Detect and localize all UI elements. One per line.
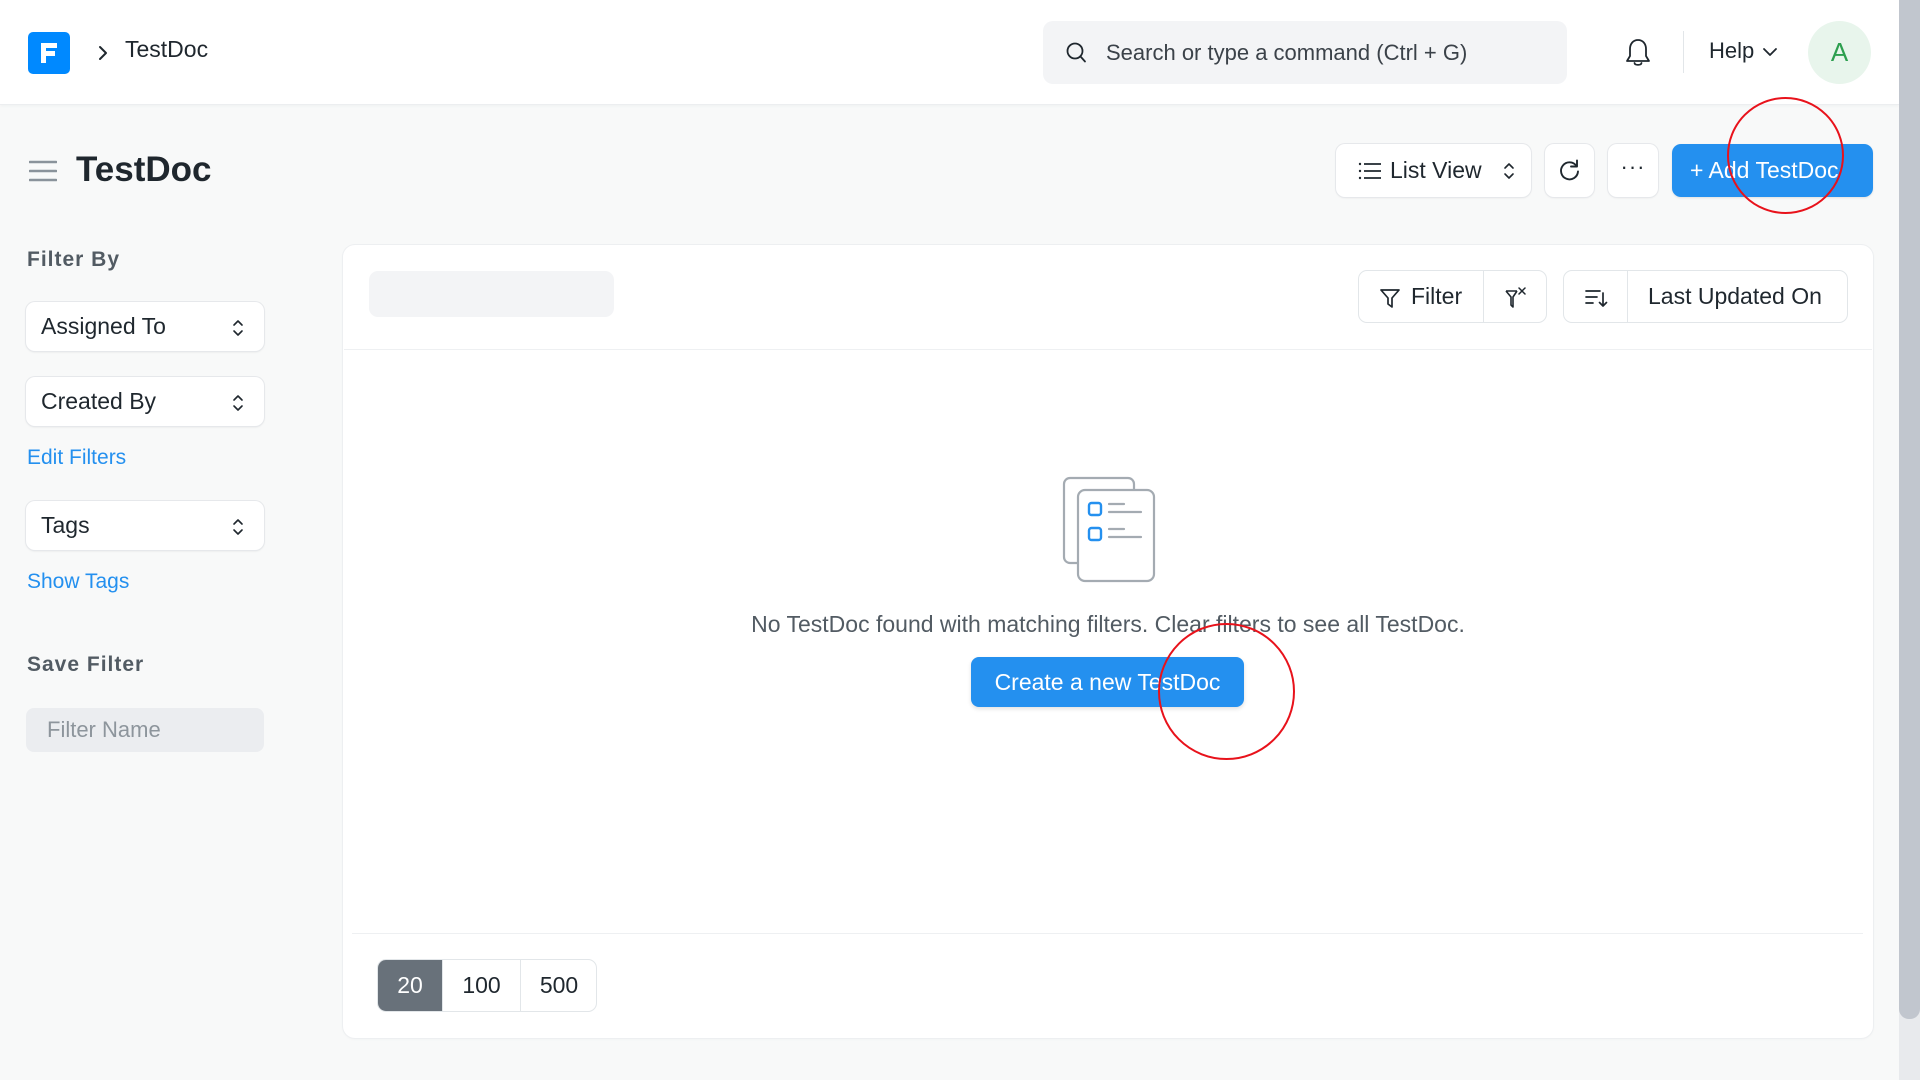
add-testdoc-label: + Add TestDoc (1690, 157, 1839, 183)
card-footer-divider (352, 933, 1863, 934)
tags-label: Tags (41, 512, 90, 538)
search-bar[interactable]: Search or type a command (Ctrl + G) (1043, 21, 1567, 84)
chevron-right-icon (99, 46, 107, 60)
page-size-100[interactable]: 100 (442, 960, 520, 1011)
page-size-20[interactable]: 20 (378, 960, 442, 1011)
breadcrumb-testdoc[interactable]: TestDoc (125, 36, 208, 63)
filter-button-group: Filter (1358, 270, 1547, 323)
refresh-button[interactable] (1545, 144, 1594, 197)
sort-direction-button[interactable] (1564, 271, 1628, 322)
filter-label: Filter (1411, 283, 1463, 309)
show-tags-link[interactable]: Show Tags (27, 570, 129, 594)
help-menu[interactable]: Help (1709, 38, 1754, 64)
filter-button[interactable]: Filter (1359, 271, 1484, 322)
assigned-to-filter[interactable]: Assigned To (26, 302, 264, 351)
hamburger-icon[interactable] (29, 160, 57, 182)
empty-state-message: No TestDoc found with matching filters. … (751, 611, 1465, 637)
edit-filters-link[interactable]: Edit Filters (27, 446, 126, 470)
sort-button-group: Last Updated On (1563, 270, 1848, 323)
page-size-selector: 20 100 500 (377, 959, 597, 1012)
frappe-logo-icon[interactable] (28, 32, 70, 74)
more-actions-button[interactable]: ··· (1608, 144, 1658, 197)
empty-list-icon (1062, 476, 1156, 583)
assigned-to-label: Assigned To (41, 313, 166, 339)
up-down-chevron-icon (233, 320, 243, 336)
card-header-divider (344, 349, 1872, 350)
up-down-chevron-icon (233, 519, 243, 535)
sort-field-label: Last Updated On (1648, 283, 1822, 309)
sort-field-selector[interactable]: Last Updated On (1628, 271, 1848, 322)
clear-filters-button[interactable] (1484, 271, 1547, 322)
chevron-down-icon[interactable] (1762, 45, 1778, 59)
navbar-divider (1683, 31, 1684, 73)
page-title: TestDoc (76, 150, 212, 189)
created-by-filter[interactable]: Created By (26, 377, 264, 426)
filter-by-heading: Filter By (27, 248, 121, 271)
bell-icon[interactable] (1624, 36, 1652, 68)
funnel-icon (1380, 289, 1400, 308)
loading-placeholder (369, 271, 614, 317)
refresh-icon (1560, 159, 1579, 181)
funnel-x-icon (1505, 287, 1526, 308)
search-placeholder: Search or type a command (Ctrl + G) (1106, 40, 1468, 65)
tags-filter[interactable]: Tags (26, 501, 264, 550)
search-icon (1066, 42, 1086, 63)
filter-name-input[interactable] (26, 708, 264, 752)
ellipsis-icon: ··· (1620, 154, 1646, 179)
navbar: TestDoc Search or type a command (Ctrl +… (0, 0, 1899, 105)
up-down-chevron-icon (233, 395, 243, 411)
list-view-switcher[interactable]: List View (1336, 144, 1531, 197)
list-card (343, 245, 1873, 1038)
sort-descending-icon (1585, 290, 1608, 307)
save-filter-heading: Save Filter (27, 653, 145, 676)
add-testdoc-button[interactable]: + Add TestDoc (1672, 144, 1873, 197)
create-new-testdoc-button[interactable]: Create a new TestDoc (971, 657, 1244, 707)
created-by-label: Created By (41, 388, 157, 414)
user-avatar[interactable]: A (1808, 21, 1871, 84)
list-icon (1358, 162, 1381, 180)
scrollbar-thumb[interactable] (1899, 0, 1920, 1019)
list-view-label: List View (1390, 157, 1482, 183)
page-size-500[interactable]: 500 (520, 960, 596, 1011)
up-down-chevron-icon (1504, 163, 1514, 179)
